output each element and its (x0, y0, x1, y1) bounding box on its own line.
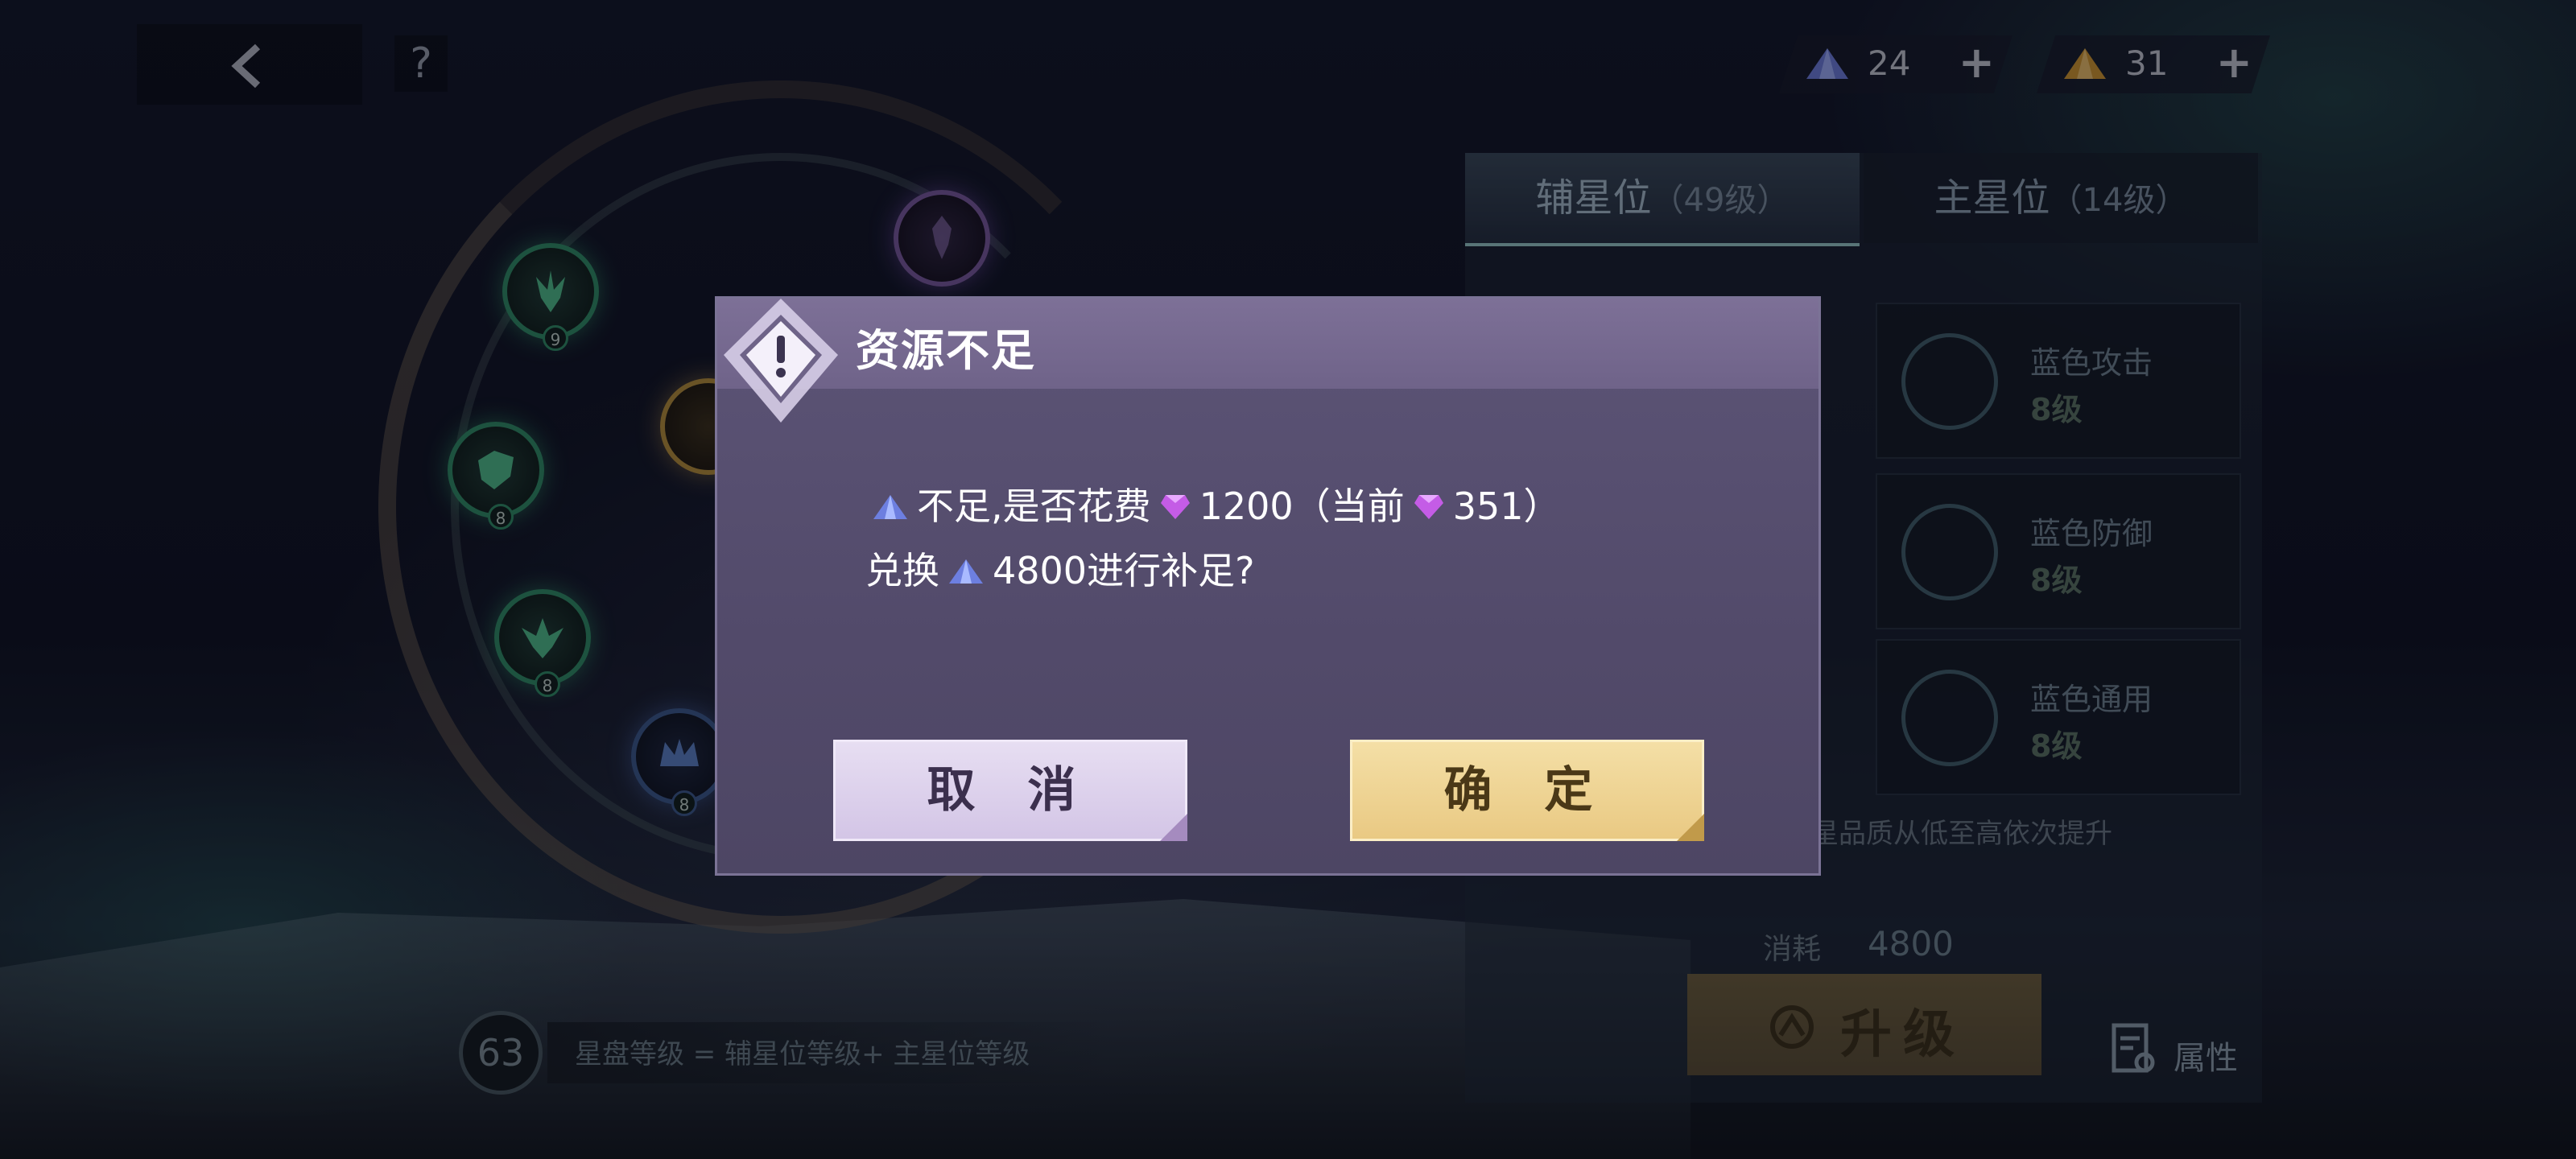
message-text: 兑换 (865, 549, 939, 592)
insufficient-resources-dialog: 资源不足 不足,是否花费 1200（当前 351） 兑换 4800进行补足? 取 消 … (715, 296, 1821, 876)
confirm-label: 确 定 (1443, 762, 1611, 819)
corner-decoration (1160, 814, 1187, 841)
dialog-message-line2: 兑换 4800进行补足? (865, 542, 1254, 595)
purple-diamond-icon (1160, 495, 1190, 519)
message-text: 351） (1452, 485, 1561, 528)
purple-diamond-icon (1414, 495, 1443, 519)
blue-crystal-icon (873, 495, 907, 519)
blue-crystal-icon (949, 559, 983, 584)
dialog-title: 资源不足 (856, 325, 1036, 376)
message-text: 4800进行补足? (993, 549, 1255, 592)
cancel-label: 取 消 (927, 762, 1094, 819)
corner-decoration (1677, 814, 1704, 841)
warning-icon (724, 299, 838, 423)
confirm-button[interactable]: 确 定 (1350, 740, 1704, 841)
cancel-button[interactable]: 取 消 (833, 740, 1187, 841)
message-text: 1200（当前 (1199, 485, 1405, 528)
dialog-message-line1: 不足,是否花费 1200（当前 351） (864, 477, 1561, 530)
message-text: 不足,是否花费 (917, 485, 1151, 528)
